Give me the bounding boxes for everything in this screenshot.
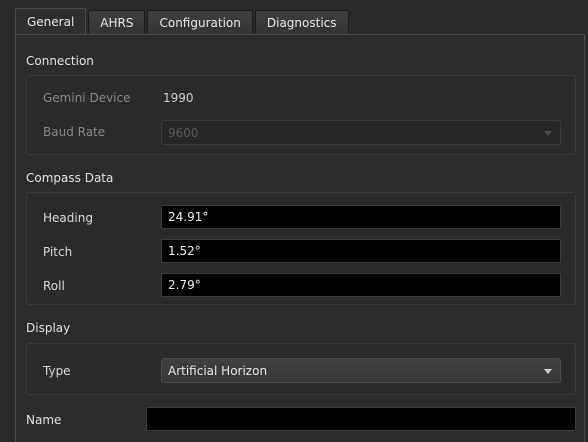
tab-configuration-label: Configuration — [159, 16, 241, 30]
pitch-label: Pitch — [43, 245, 73, 259]
name-input[interactable] — [146, 407, 576, 431]
display-type-select[interactable]: Artificial Horizon — [161, 358, 561, 383]
tab-bar: General AHRS Configuration Diagnostics — [15, 8, 585, 35]
tab-diagnostics[interactable]: Diagnostics — [254, 10, 349, 35]
display-section-title: Display — [26, 321, 71, 335]
display-group: Type Artificial Horizon — [26, 343, 576, 395]
general-panel: Connection Gemini Device 1990 Baud Rate … — [15, 34, 585, 442]
chevron-down-icon — [544, 131, 552, 136]
gemini-device-label: Gemini Device — [43, 91, 131, 105]
roll-field: 2.79° — [161, 273, 561, 297]
heading-label: Heading — [43, 211, 93, 225]
pitch-field: 1.52° — [161, 239, 561, 263]
baud-rate-select[interactable]: 9600 — [161, 120, 561, 145]
roll-value: 2.79° — [168, 278, 201, 292]
connection-section-title: Connection — [26, 54, 94, 68]
compass-section-title: Compass Data — [26, 171, 114, 185]
display-type-label: Type — [43, 364, 71, 378]
connection-group: Gemini Device 1990 Baud Rate 9600 — [26, 75, 576, 155]
baud-rate-label: Baud Rate — [43, 125, 106, 139]
pitch-value: 1.52° — [168, 244, 201, 258]
roll-label: Roll — [43, 279, 65, 293]
chevron-down-icon — [544, 369, 552, 374]
tab-ahrs[interactable]: AHRS — [88, 10, 146, 35]
gemini-device-value: 1990 — [163, 91, 194, 105]
tab-ahrs-label: AHRS — [100, 16, 134, 30]
name-label: Name — [26, 413, 62, 427]
heading-value: 24.91° — [168, 210, 209, 224]
tab-diagnostics-label: Diagnostics — [266, 16, 337, 30]
tab-configuration[interactable]: Configuration — [147, 10, 253, 35]
compass-group: Heading 24.91° Pitch 1.52° Roll 2.79° — [26, 192, 576, 305]
display-type-value: Artificial Horizon — [168, 363, 268, 378]
baud-rate-value: 9600 — [168, 125, 199, 140]
tab-general[interactable]: General — [15, 8, 87, 35]
tab-general-label: General — [27, 15, 75, 29]
heading-field: 24.91° — [161, 205, 561, 229]
